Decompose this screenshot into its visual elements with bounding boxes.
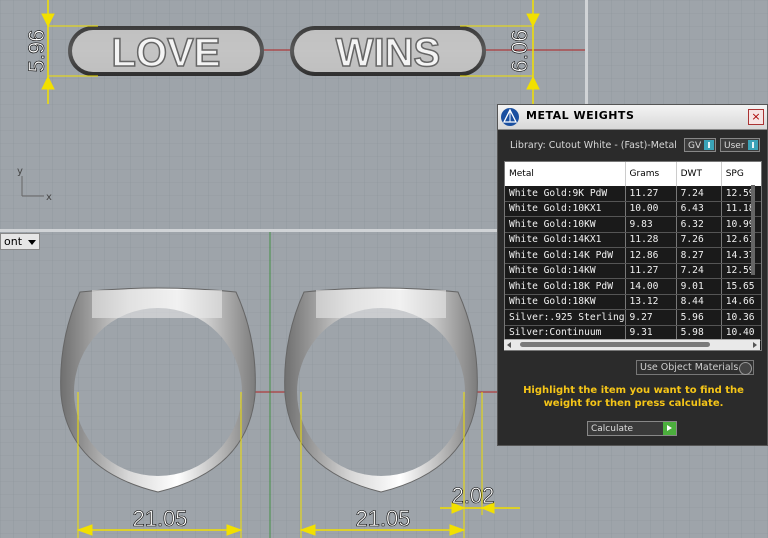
table-row[interactable]: White Gold:9K PdW 11.27 7.24 12.59 <box>505 186 761 202</box>
column-header[interactable]: Metal <box>505 162 626 186</box>
table-cell: 12.59 <box>721 263 761 279</box>
play-icon[interactable] <box>663 422 676 435</box>
table-cell: 6.32 <box>676 216 722 233</box>
user-toggle[interactable]: User <box>720 138 760 152</box>
table-cell: 10.00 <box>625 201 677 217</box>
dim-thickness: 2.02 <box>452 483 495 508</box>
table-cell: 11.27 <box>625 186 677 202</box>
scroll-left-icon[interactable] <box>507 342 511 348</box>
panel-title: METAL WEIGHTS <box>526 109 635 122</box>
table-row[interactable]: White Gold:14KX1 11.28 7.26 12.61 <box>505 232 761 248</box>
table-cell: 9.27 <box>625 309 677 326</box>
ring-top-right: WINS <box>290 26 486 76</box>
table-row[interactable]: White Gold:14K PdW 12.86 8.27 14.37 <box>505 247 761 264</box>
table-cell: 10.99 <box>721 216 761 233</box>
table-cell: 7.24 <box>676 186 722 202</box>
table-cell: White Gold:18K PdW <box>505 278 626 295</box>
table-row[interactable]: White Gold:10KW 9.83 6.32 10.99 <box>505 216 761 233</box>
table-cell: 8.27 <box>676 247 722 264</box>
pyramid-logo-icon <box>501 108 519 126</box>
table-cell: 11.28 <box>625 232 677 248</box>
table-cell: 14.00 <box>625 278 677 295</box>
ring1-lettering: LOVE <box>112 31 221 75</box>
viewport-label-front[interactable]: ont <box>0 233 41 250</box>
scroll-right-icon[interactable] <box>753 342 757 348</box>
material-dropdown[interactable]: Use Object Materials <box>636 360 754 375</box>
column-header[interactable]: SPG <box>721 162 761 186</box>
svg-text:x: x <box>46 192 52 203</box>
metal-weights-panel: METAL WEIGHTS × Library: Cutout White - … <box>497 104 768 446</box>
table-row[interactable]: Silver:.925 Sterling 9.27 5.96 10.36 <box>505 309 761 326</box>
dim-width-left: 21.05 <box>132 506 187 531</box>
table-cell: 15.65 <box>721 278 761 295</box>
table-cell: 12.86 <box>625 247 677 264</box>
table-row[interactable]: White Gold:18KW 13.12 8.44 14.66 <box>505 294 761 310</box>
column-header[interactable]: Grams <box>625 162 677 186</box>
column-header[interactable]: DWT <box>676 162 722 186</box>
table-cell: White Gold:9K PdW <box>505 186 626 202</box>
table-cell: 5.96 <box>676 309 722 326</box>
scrollbar-thumb[interactable] <box>520 342 710 347</box>
table-cell: 12.61 <box>721 232 761 248</box>
gv-toggle[interactable]: GV <box>684 138 716 152</box>
ring2-lettering: WINS <box>336 31 440 75</box>
table-cell: 14.37 <box>721 247 761 264</box>
chevron-down-icon[interactable] <box>28 239 37 245</box>
table-row[interactable]: White Gold:14KW 11.27 7.24 12.59 <box>505 263 761 279</box>
close-icon[interactable]: × <box>748 109 764 125</box>
table-cell: 9.83 <box>625 216 677 233</box>
table-cell: 12.59 <box>721 186 761 202</box>
table-cell: Silver:.925 Sterling <box>505 309 626 326</box>
table-cell: White Gold:14K PdW <box>505 247 626 264</box>
table-vertical-scrollbar[interactable] <box>751 185 755 275</box>
table-cell: 7.24 <box>676 263 722 279</box>
ring-top-left: LOVE <box>68 26 264 76</box>
table-cell: 8.44 <box>676 294 722 310</box>
table-cell: White Gold:10KW <box>505 216 626 233</box>
table-cell: 14.66 <box>721 294 761 310</box>
dim-height-left: 5.96 <box>24 30 49 73</box>
table-cell: 6.43 <box>676 201 722 217</box>
calculate-button[interactable]: Calculate <box>587 421 677 436</box>
library-label: Library: Cutout White - (Fast)-Metal <box>510 140 677 151</box>
dim-height-right: 6.06 <box>507 30 532 73</box>
metals-table[interactable]: Metal Grams DWT SPG White Gold:9K PdW 11.27 7… <box>504 161 762 351</box>
table-cell: White Gold:10KX1 <box>505 201 626 217</box>
table-cell: White Gold:14KX1 <box>505 232 626 248</box>
table-cell: 11.18 <box>721 201 761 217</box>
table-cell: 10.36 <box>721 309 761 326</box>
dropdown-icon[interactable] <box>739 362 752 375</box>
table-row[interactable]: White Gold:18K PdW 14.00 9.01 15.65 <box>505 278 761 295</box>
table-cell: 9.01 <box>676 278 722 295</box>
svg-text:y: y <box>17 166 23 177</box>
table-cell: White Gold:14KW <box>505 263 626 279</box>
dim-width-right: 21.05 <box>355 506 410 531</box>
table-cell: White Gold:18KW <box>505 294 626 310</box>
table-row[interactable]: White Gold:10KX1 10.00 6.43 11.18 <box>505 201 761 217</box>
table-cell: 13.12 <box>625 294 677 310</box>
table-horizontal-scrollbar[interactable] <box>504 339 760 350</box>
instruction-text: Highlight the item you want to find the … <box>523 385 744 409</box>
table-cell: 11.27 <box>625 263 677 279</box>
table-cell: 7.26 <box>676 232 722 248</box>
panel-titlebar[interactable]: METAL WEIGHTS × <box>498 105 767 130</box>
